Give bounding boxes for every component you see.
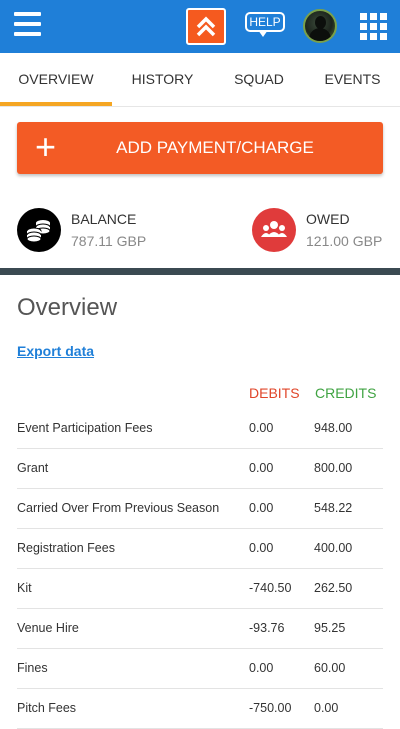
row-name: Venue Hire [17, 621, 79, 635]
row-credit: 800.00 [314, 461, 353, 475]
export-data-link[interactable]: Export data [17, 343, 94, 359]
row-credit: 95.25 [314, 621, 346, 635]
table-row: Event Participation Fees 0.00 948.00 [17, 409, 383, 449]
row-debit: -750.00 [249, 701, 292, 715]
row-credit: 400.00 [314, 541, 353, 555]
row-name: Fines [17, 661, 48, 675]
double-chevron-up-icon[interactable] [186, 8, 226, 45]
tab-bar: OVERVIEW HISTORY SQUAD EVENTS [0, 53, 400, 107]
tab-events[interactable]: EVENTS [305, 53, 400, 106]
credits-header: CREDITS [315, 385, 377, 401]
table-row: Kit -740.50 262.50 [17, 569, 383, 609]
balance-value: 787.11 GBP [71, 233, 147, 249]
coin-stack-icon [17, 208, 61, 252]
table-row: Pitch Fees -750.00 0.00 [17, 689, 383, 729]
row-credit: 60.00 [314, 661, 346, 675]
section-divider [0, 268, 400, 275]
row-debit: 0.00 [249, 421, 274, 435]
row-debit: 0.00 [249, 541, 274, 555]
help-bubble-icon[interactable]: HELP [245, 12, 287, 40]
row-debit: -93.76 [249, 621, 285, 635]
add-payment-charge-label: ADD PAYMENT/CHARGE [116, 138, 314, 157]
row-name: Kit [17, 581, 32, 595]
row-debit: 0.00 [249, 661, 274, 675]
table-row: Venue Hire -93.76 95.25 [17, 609, 383, 649]
table-row: Grant 0.00 800.00 [17, 449, 383, 489]
group-icon [252, 208, 296, 252]
table-row: Registration Fees 0.00 400.00 [17, 529, 383, 569]
top-app-bar: HELP [0, 0, 400, 53]
hamburger-menu-icon[interactable] [14, 12, 41, 40]
help-label: HELP [245, 12, 285, 32]
row-name: Grant [17, 461, 49, 475]
row-name: Registration Fees [17, 541, 115, 555]
row-credit: 548.22 [314, 501, 353, 515]
owed-value: 121.00 GBP [306, 233, 383, 249]
tab-history[interactable]: HISTORY [112, 53, 213, 106]
page-title: Overview [17, 294, 118, 321]
debits-header: DEBITS [249, 385, 300, 401]
table-row: Fines 0.00 60.00 [17, 649, 383, 689]
row-debit: 0.00 [249, 461, 274, 475]
balance-title: BALANCE [71, 211, 137, 227]
owed-title: OWED [306, 211, 350, 227]
row-name: Carried Over From Previous Season [17, 501, 220, 515]
active-tab-indicator [0, 102, 112, 106]
row-credit: 0.00 [314, 701, 339, 715]
tab-overview[interactable]: OVERVIEW [0, 53, 112, 106]
row-debit: -740.50 [249, 581, 292, 595]
user-avatar[interactable] [303, 9, 337, 43]
row-debit: 0.00 [249, 501, 274, 515]
row-name: Event Participation Fees [17, 421, 153, 435]
overview-table: Event Participation Fees 0.00 948.00 Gra… [17, 409, 383, 729]
apps-grid-icon[interactable] [360, 13, 387, 40]
tab-squad[interactable]: SQUAD [213, 53, 305, 106]
row-credit: 948.00 [314, 421, 353, 435]
row-name: Pitch Fees [17, 701, 77, 715]
add-payment-charge-button[interactable]: + ADD PAYMENT/CHARGE [17, 122, 383, 174]
row-credit: 262.50 [314, 581, 353, 595]
table-row: Carried Over From Previous Season 0.00 5… [17, 489, 383, 529]
